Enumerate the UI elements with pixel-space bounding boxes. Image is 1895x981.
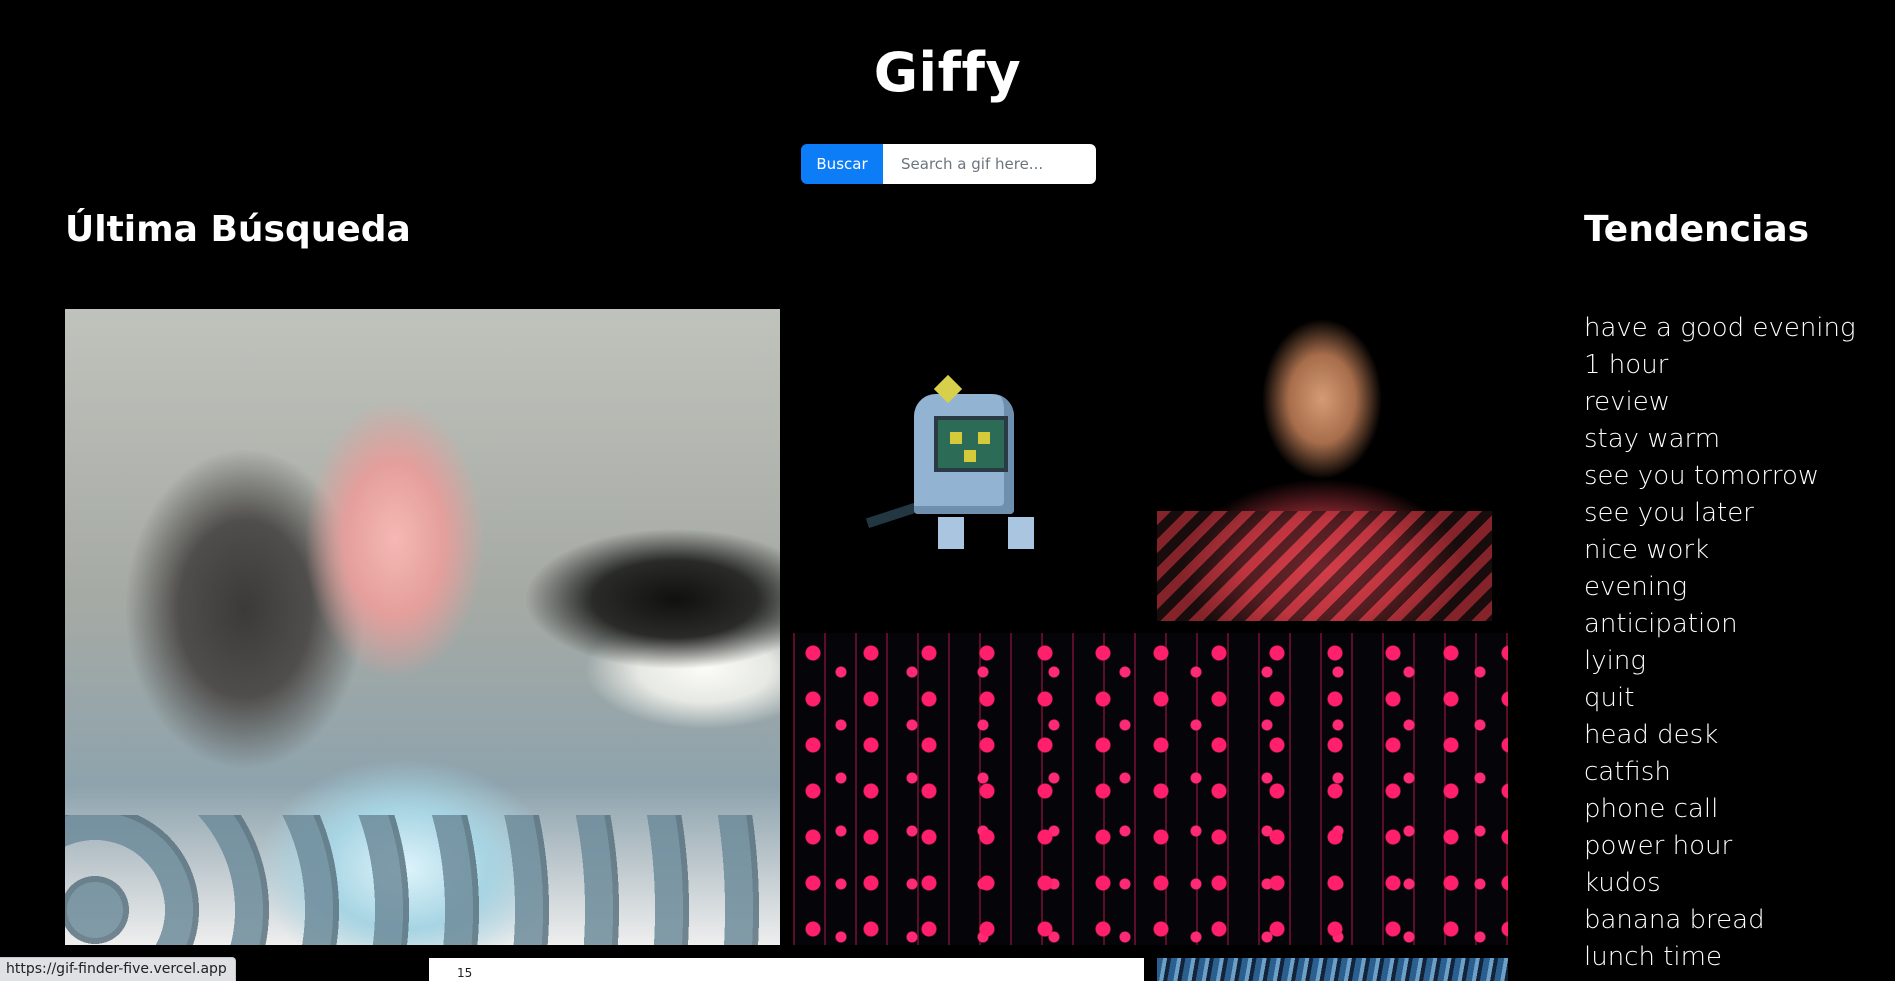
trend-link[interactable]: review (1584, 387, 1670, 417)
trend-link[interactable]: stay warm (1584, 424, 1720, 454)
trend-item: quit (1584, 680, 1856, 717)
trend-link[interactable]: kudos (1584, 868, 1661, 898)
trend-item: banana bread (1584, 902, 1856, 939)
trends-list: have a good evening 1 hour review stay w… (1584, 310, 1856, 976)
robot-face (934, 416, 1008, 472)
robot-leg (1008, 517, 1034, 549)
trend-item: phone call (1584, 791, 1856, 828)
trend-link[interactable]: lunch time (1584, 942, 1722, 972)
trend-link[interactable]: banana bread (1584, 905, 1765, 935)
gif-card-5[interactable]: 15 (429, 958, 1144, 981)
trend-item: 1 hour (1584, 347, 1856, 384)
trend-link[interactable]: power hour (1584, 831, 1732, 861)
trend-link[interactable]: evening (1584, 572, 1687, 602)
trend-link[interactable]: see you tomorrow (1584, 461, 1819, 491)
trend-item: have a good evening (1584, 310, 1856, 347)
page: Giffy Buscar Última Búsqueda 15 Tendenci… (0, 0, 1895, 981)
trend-item: review (1584, 384, 1856, 421)
gif-card-6[interactable] (1157, 958, 1508, 981)
search-input[interactable] (883, 144, 1096, 184)
trend-item: see you later (1584, 495, 1856, 532)
search-form: Buscar (801, 144, 1096, 184)
trend-item: power hour (1584, 828, 1856, 865)
trend-item: anticipation (1584, 606, 1856, 643)
trend-link[interactable]: anticipation (1584, 609, 1738, 639)
trend-item: nice work (1584, 532, 1856, 569)
trend-item: lying (1584, 643, 1856, 680)
trend-link[interactable]: quit (1584, 683, 1634, 713)
gif-card-2[interactable] (858, 309, 1066, 621)
trend-item: evening (1584, 569, 1856, 606)
trend-item: catfish (1584, 754, 1856, 791)
trend-link[interactable]: lying (1584, 646, 1646, 676)
trend-item: head desk (1584, 717, 1856, 754)
robot-body (914, 394, 1014, 514)
link-preview-status-bar: https://gif-finder-five.vercel.app (0, 957, 236, 981)
trend-link[interactable]: 1 hour (1584, 350, 1668, 380)
app-title[interactable]: Giffy (0, 38, 1895, 108)
trend-link[interactable]: head desk (1584, 720, 1718, 750)
gif-card-3[interactable] (1157, 309, 1492, 621)
gif-chart-tick-label: 15 (457, 966, 473, 980)
search-button[interactable]: Buscar (801, 144, 883, 184)
trend-item: see you tomorrow (1584, 458, 1856, 495)
trends-heading: Tendencias (1584, 209, 1810, 250)
robot-leg (938, 517, 964, 549)
gif-card-4[interactable] (793, 633, 1508, 945)
trend-link[interactable]: nice work (1584, 535, 1709, 565)
trend-link[interactable]: see you later (1584, 498, 1754, 528)
trend-item: kudos (1584, 865, 1856, 902)
trend-link[interactable]: phone call (1584, 794, 1718, 824)
trend-link[interactable]: catfish (1584, 757, 1671, 787)
gif-card-1[interactable] (65, 309, 780, 945)
trend-item: stay warm (1584, 421, 1856, 458)
trend-item: lunch time (1584, 939, 1856, 976)
trend-link[interactable]: have a good evening (1584, 313, 1856, 343)
last-search-heading: Última Búsqueda (65, 209, 411, 250)
